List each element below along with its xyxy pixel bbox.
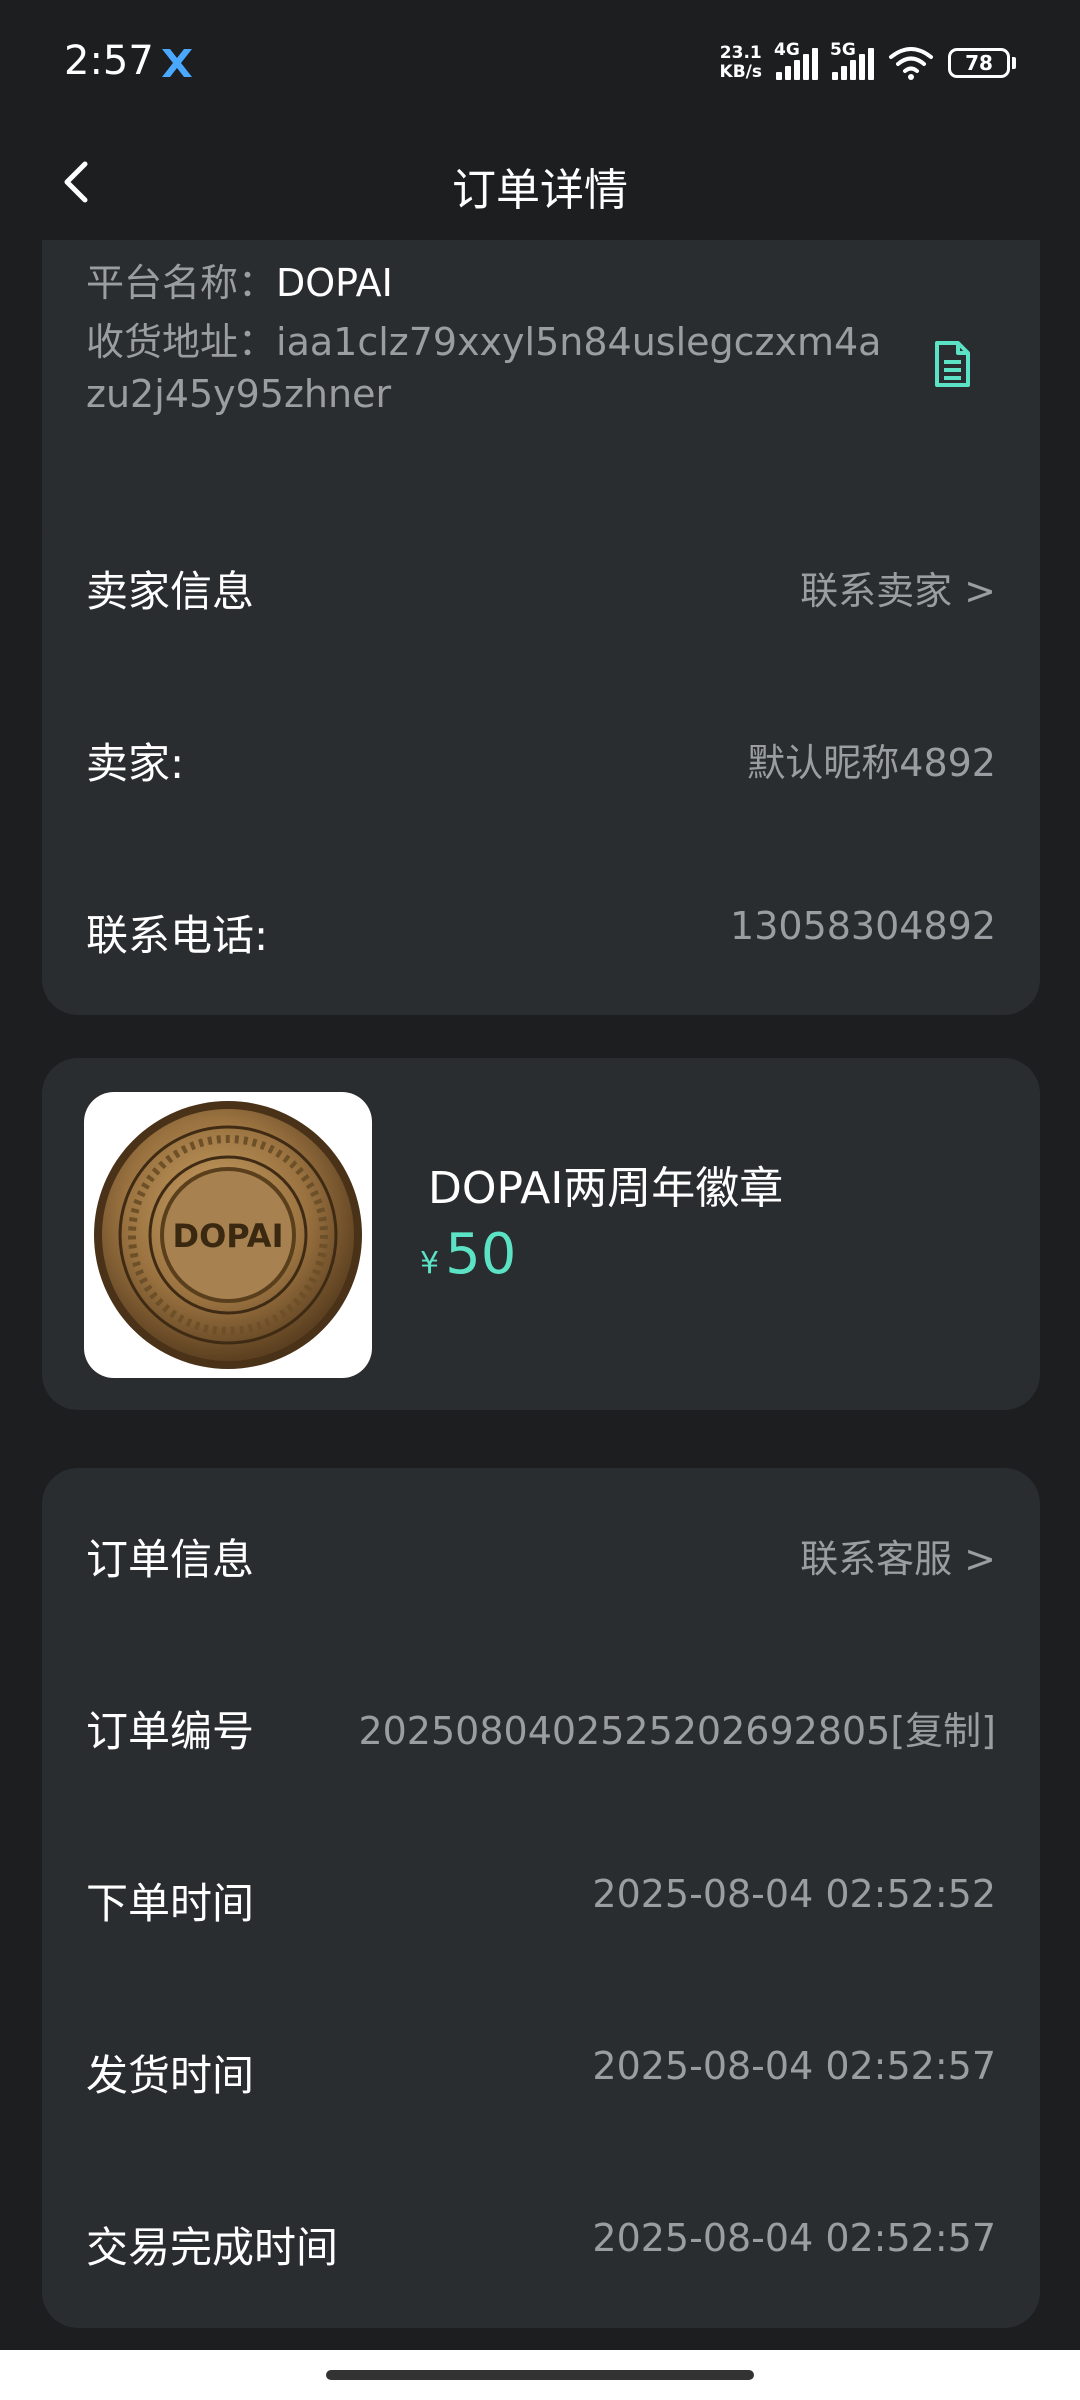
- signal-5g-icon: 5G: [830, 40, 874, 80]
- order-number-value[interactable]: 2025080402525202692805[复制]: [358, 1700, 996, 1755]
- contact-support-link[interactable]: 联系客服 >: [800, 1528, 996, 1583]
- address-row: 收货地址：iaa1clz79xxyl5n84uslegczxm4azu2j45y…: [86, 320, 882, 416]
- medal-text: DOPAI: [173, 1217, 284, 1255]
- currency-symbol: ¥: [420, 1246, 440, 1281]
- status-bar: 2:57 23.1 KB/s 4G 5G 78: [0, 0, 1080, 128]
- order-time-value: 2025-08-04 02:52:52: [592, 1872, 996, 1916]
- medal-image: DOPAI: [94, 1101, 362, 1369]
- document-copy-icon[interactable]: [932, 340, 972, 388]
- complete-time-label: 交易完成时间: [86, 2223, 339, 2272]
- app-notification-icon: [162, 49, 192, 77]
- phone-value[interactable]: 13058304892: [730, 904, 996, 948]
- order-detail-scroll[interactable]: 平台名称：DOPAI 收货地址：iaa1clz79xxyl5n84uslegcz…: [0, 240, 1080, 2350]
- seller-section-title: 卖家信息: [86, 567, 255, 616]
- top-app-bar: 订单详情: [0, 128, 1080, 240]
- contact-seller-link[interactable]: 联系卖家 >: [800, 560, 996, 615]
- net-speed: 23.1 KB/s: [719, 43, 762, 82]
- product-price: ¥50: [420, 1222, 516, 1287]
- platform-row: 平台名称：DOPAI: [86, 261, 393, 305]
- product-image: DOPAI: [84, 1092, 372, 1378]
- system-nav-bar: [0, 2350, 1080, 2400]
- complete-time-value: 2025-08-04 02:52:57: [592, 2216, 996, 2260]
- wifi-icon: [889, 47, 933, 80]
- order-info-card: 订单信息 联系客服 > 订单编号 2025080402525202692805[…: [42, 1468, 1040, 2328]
- status-icons: 23.1 KB/s 4G 5G 78: [720, 38, 1016, 88]
- signal-4g-icon: 4G: [774, 40, 818, 80]
- phone-label: 联系电话:: [86, 911, 269, 960]
- price-value: 50: [445, 1222, 517, 1287]
- ship-time-label: 发货时间: [86, 2051, 255, 2100]
- page-title: 订单详情: [452, 165, 628, 216]
- status-time: 2:57: [64, 38, 154, 84]
- seller-label: 卖家:: [86, 739, 185, 788]
- seller-name: 默认昵称4892: [747, 741, 996, 785]
- order-time-label: 下单时间: [86, 1879, 255, 1928]
- product-card[interactable]: DOPAI DOPAI两周年徽章 ¥50: [42, 1058, 1040, 1410]
- order-section-title: 订单信息: [86, 1535, 255, 1584]
- ship-time-value: 2025-08-04 02:52:57: [592, 2044, 996, 2088]
- order-number-label: 订单编号: [86, 1707, 255, 1756]
- home-indicator[interactable]: [326, 2370, 754, 2380]
- seller-card: 卖家信息 联系卖家 > 卖家: 默认昵称4892 联系电话: 130583048…: [42, 500, 1040, 1015]
- product-name: DOPAI两周年徽章: [428, 1163, 784, 1214]
- battery-icon: 78: [948, 48, 1016, 78]
